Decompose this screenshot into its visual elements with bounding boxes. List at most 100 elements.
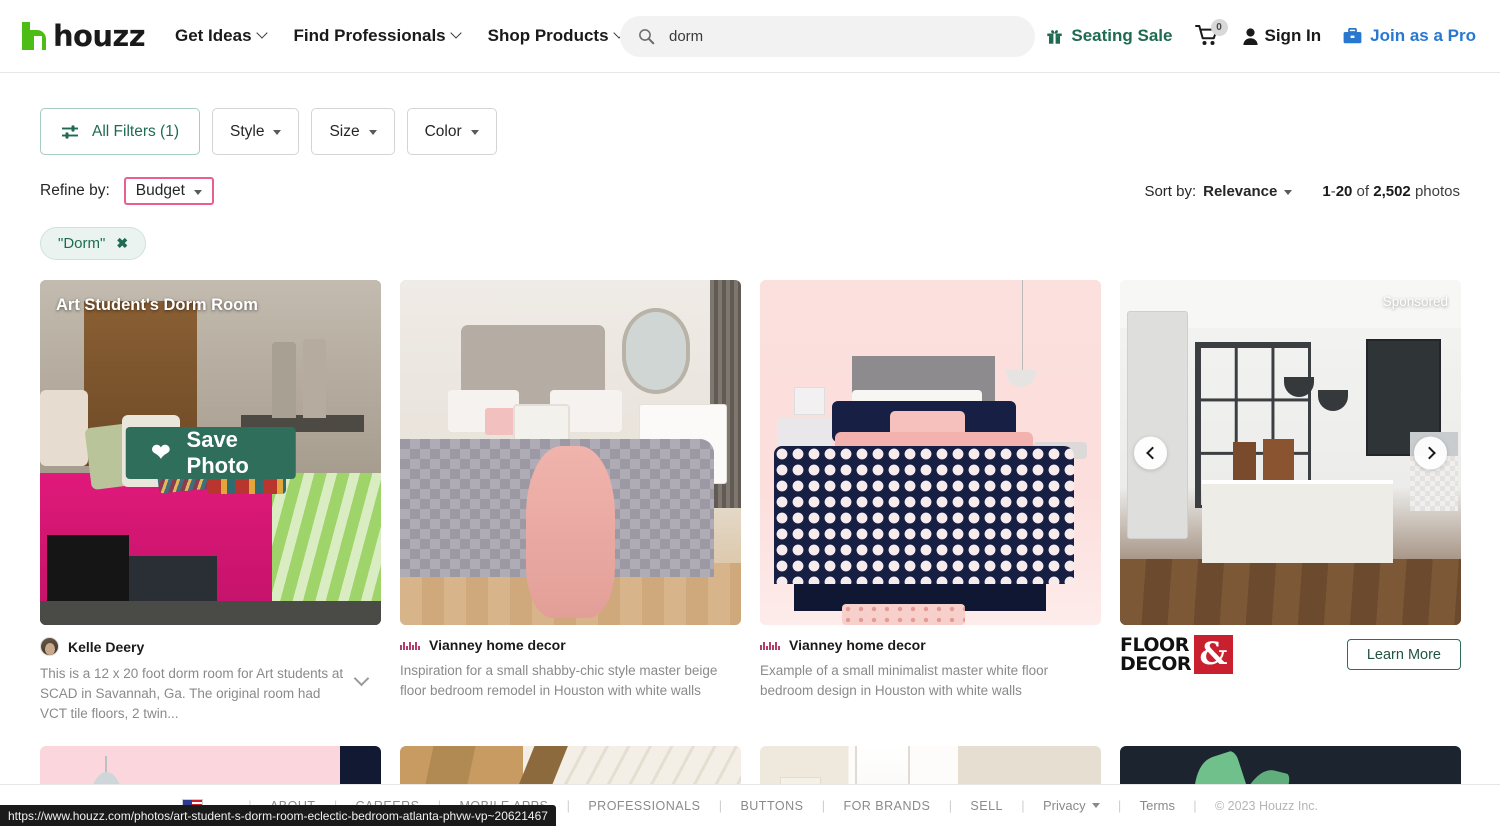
houzz-logo[interactable]: houzz [22,19,145,53]
ad-brand-name: FLOOR DECOR [1120,636,1191,674]
status-bar-url: https://www.houzz.com/photos/art-student… [8,809,548,823]
avatar [40,637,59,656]
user-icon [1243,28,1258,45]
sign-in-label: Sign In [1265,26,1322,46]
sign-in-button[interactable]: Sign In [1243,26,1322,46]
ad-image [1120,280,1461,625]
photo-caption: This is a 12 x 20 foot dorm room for Art… [40,664,381,724]
gift-icon [1046,28,1063,45]
footer-link-terms[interactable]: Terms [1140,798,1175,813]
seating-sale-label: Seating Sale [1071,26,1172,46]
budget-filter-button[interactable]: Budget [124,177,214,205]
sort-by-prefix: Sort by: [1144,183,1196,200]
result-of: of [1357,183,1370,200]
caret-down-icon [1284,190,1292,195]
caret-down-icon [194,190,202,195]
filter-chip-dorm[interactable]: "Dorm" ✖ [40,227,146,260]
photo-card: Art Student's Dorm Room ❤ Save Photo Kel… [40,280,381,724]
footer-separator: | [700,798,740,813]
footer-copyright: © 2023 Houzz Inc. [1215,799,1318,813]
photo-image [400,280,741,625]
cart-count-badge: 0 [1211,19,1228,36]
ad-brand-line2: DECOR [1120,655,1191,674]
photo-author[interactable]: Kelle Deery [40,637,381,656]
nav-get-ideas[interactable]: Get Ideas [175,26,266,46]
style-filter-button[interactable]: Style [212,108,299,155]
footer-link-privacy[interactable]: Privacy [1043,798,1086,813]
active-filter-chips: "Dorm" ✖ [40,227,1460,260]
photo-author[interactable]: Vianney home decor [400,637,741,653]
photo-caption-text: Example of a small minimalist master whi… [760,661,1101,701]
caret-down-icon [369,130,377,135]
all-filters-button[interactable]: All Filters (1) [40,108,200,155]
sort-by-dropdown[interactable]: Sort by: Relevance [1144,183,1292,200]
color-filter-button[interactable]: Color [407,108,497,155]
ampersand-icon: & [1194,635,1233,674]
header-actions: Seating Sale 0 Sign In Join as a Pr [1046,24,1476,48]
caret-down-icon[interactable] [1092,803,1100,808]
size-filter-label: Size [329,123,359,141]
nav-find-professionals[interactable]: Find Professionals [294,26,460,46]
nav-shop-products-label: Shop Products [488,26,609,46]
photo-author-name: Vianney home decor [789,637,926,653]
photo-thumbnail[interactable] [400,280,741,625]
footer-separator: | [930,798,970,813]
photo-caption-text: This is a 12 x 20 foot dorm room for Art… [40,664,346,724]
browser-status-bar: https://www.houzz.com/photos/art-student… [0,805,556,826]
photo-thumbnail[interactable]: Art Student's Dorm Room ❤ Save Photo [40,280,381,625]
size-filter-button[interactable]: Size [311,108,394,155]
ad-thumbnail[interactable]: Sponsored [1120,280,1461,625]
sort-and-count: Sort by: Relevance 1-20 of 2,502 photos [1144,183,1460,200]
footer-separator: | [1100,798,1140,813]
result-count: 1-20 of 2,502 photos [1322,183,1460,200]
search-input[interactable]: dorm [620,16,1035,57]
photo-thumbnail[interactable] [760,280,1101,625]
photo-caption: Inspiration for a small shabby-chic styl… [400,661,741,701]
carousel-next-button[interactable] [1414,436,1447,469]
footer-link-for-brands[interactable]: FOR BRANDS [843,799,930,813]
page-content: All Filters (1) Style Size Color Refine … [0,73,1500,826]
join-as-pro-label: Join as a Pro [1370,26,1476,46]
learn-more-button[interactable]: Learn More [1347,639,1461,670]
seating-sale-link[interactable]: Seating Sale [1046,26,1172,46]
save-photo-label: Save Photo [187,427,270,479]
filter-chip-label: "Dorm" [58,235,105,252]
houzz-logo-text: houzz [53,19,145,53]
cart-button[interactable]: 0 [1195,24,1221,48]
result-total: 2,502 [1373,183,1411,200]
all-filters-label: All Filters (1) [92,123,179,141]
join-as-pro-button[interactable]: Join as a Pro [1343,26,1476,46]
footer-link-buttons[interactable]: BUTTONS [740,799,803,813]
photo-author-name: Vianney home decor [429,637,566,653]
save-photo-button[interactable]: ❤ Save Photo [125,427,296,479]
close-icon[interactable]: ✖ [116,235,128,252]
photo-grid: Art Student's Dorm Room ❤ Save Photo Kel… [40,280,1460,724]
sponsored-ad-card: Sponsored FLOOR DECOR & Learn More [1120,280,1461,724]
photo-author[interactable]: Vianney home decor [760,637,1101,653]
result-range-end: 20 [1336,183,1353,200]
heart-icon: ❤ [151,441,170,464]
houzz-logo-icon [22,22,46,50]
photo-card: Vianney home decor Example of a small mi… [760,280,1101,724]
chevron-right-icon [1423,446,1436,459]
nav-get-ideas-label: Get Ideas [175,26,252,46]
carousel-prev-button[interactable] [1134,436,1167,469]
learn-more-label: Learn More [1367,647,1441,663]
footer-separator: | [1175,798,1215,813]
chevron-down-icon[interactable] [354,671,370,687]
nav-shop-products[interactable]: Shop Products [488,26,623,46]
footer-link-professionals[interactable]: PROFESSIONALS [588,799,700,813]
photo-caption-text: Inspiration for a small shabby-chic styl… [400,661,741,701]
refine-row: Refine by: Budget Sort by: Relevance 1-2… [40,177,1460,205]
photo-title: Art Student's Dorm Room [56,296,258,315]
caret-down-icon [273,130,281,135]
nav-find-professionals-label: Find Professionals [294,26,446,46]
photo-caption: Example of a small minimalist master whi… [760,661,1101,701]
photo-image [760,280,1101,625]
sliders-icon [61,124,79,140]
footer-link-sell[interactable]: SELL [970,799,1003,813]
footer-separator: | [803,798,843,813]
brand-logo-icon [760,641,780,650]
search-icon [638,28,655,45]
floor-and-decor-logo[interactable]: FLOOR DECOR & [1120,635,1233,674]
